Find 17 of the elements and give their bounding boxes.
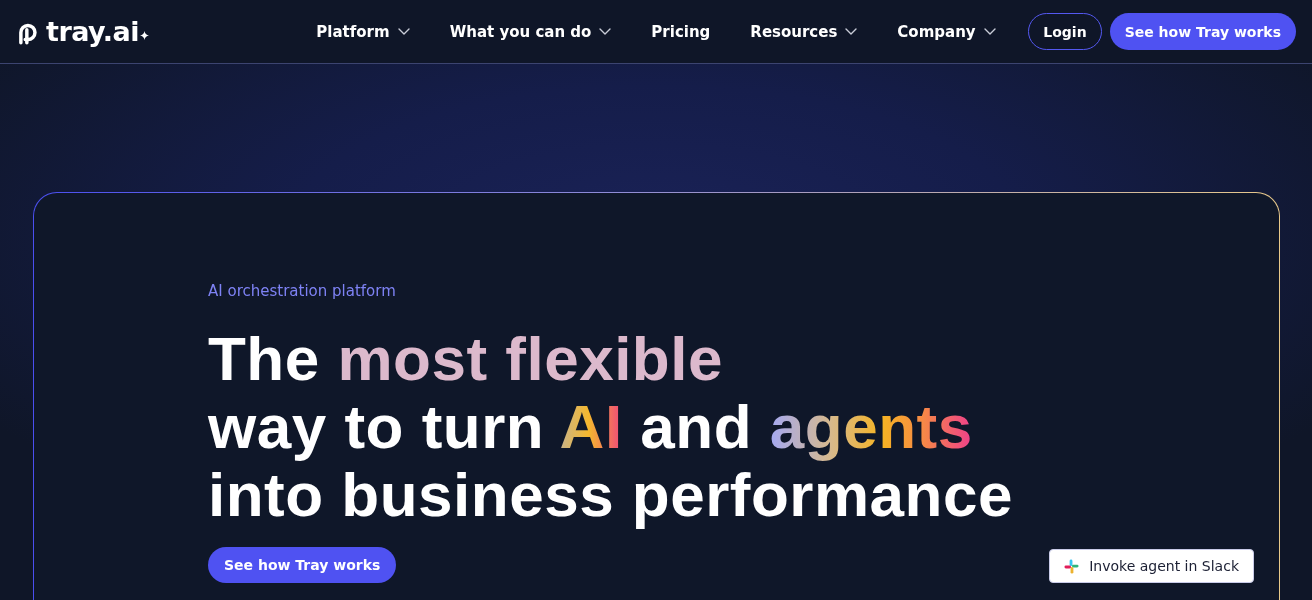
slack-prompt-text: Invoke agent in Slack xyxy=(1089,558,1239,574)
chevron-down-icon xyxy=(599,28,612,35)
nav-link[interactable]: Pricing xyxy=(651,22,711,41)
nav-link[interactable]: What you can do xyxy=(449,22,612,41)
eyebrow-text: AI orchestration platform xyxy=(208,282,396,300)
sparkle-icon xyxy=(139,30,149,40)
slack-icon xyxy=(1064,558,1080,574)
nav-link[interactable]: Company xyxy=(897,22,996,41)
nav-link[interactable]: Platform xyxy=(316,22,410,41)
chevron-down-icon xyxy=(397,28,410,35)
see-how-tray-works-button[interactable]: See how Tray works xyxy=(208,547,397,583)
see-how-tray-works-button[interactable]: See how Tray works xyxy=(1109,13,1296,50)
logo-text[interactable]: tray.ai xyxy=(46,16,139,47)
nav-link[interactable]: Resources xyxy=(750,22,858,41)
chevron-down-icon xyxy=(983,28,996,35)
hero-heading: The most flexible way to turn AI and agents into business performance xyxy=(208,325,1013,529)
chevron-down-icon xyxy=(845,28,858,35)
